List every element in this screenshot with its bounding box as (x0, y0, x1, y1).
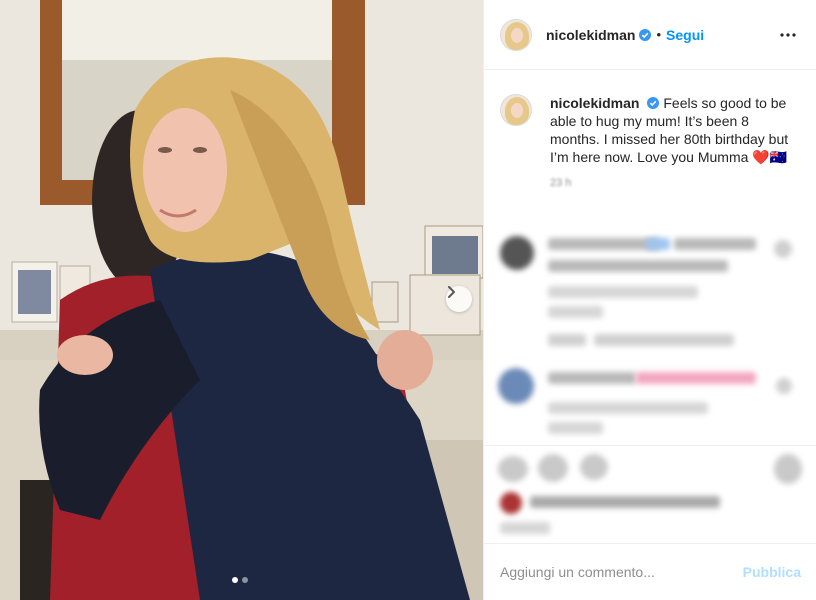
post-header: nicolekidman • Segui (484, 0, 816, 70)
photo-illustration (0, 0, 483, 600)
separator: • (656, 27, 662, 42)
post-photo[interactable] (0, 0, 483, 600)
caption-emoji: ❤️🇦🇺 (752, 149, 788, 165)
comments-list-blurred (484, 220, 816, 445)
publish-button[interactable]: Pubblica (743, 564, 801, 580)
chevron-right-icon (448, 286, 455, 298)
comment-input[interactable] (500, 564, 743, 580)
post-timestamp[interactable]: 23 h (550, 174, 798, 192)
username[interactable]: nicolekidman (546, 27, 635, 43)
post-caption: nicolekidman Feels so good to be able to… (484, 70, 816, 192)
comment-bar: Pubblica (484, 543, 816, 600)
caption-text-block: nicolekidman Feels so good to be able to… (550, 94, 798, 192)
caption-username[interactable]: nicolekidman (550, 95, 639, 111)
carousel-dot (232, 577, 238, 583)
post-side-panel: nicolekidman • Segui nicolekidman Feels … (483, 0, 816, 600)
verified-badge-icon (639, 28, 652, 41)
carousel-indicator (232, 577, 248, 583)
action-bar-blurred (484, 445, 816, 543)
carousel-next-button[interactable] (446, 286, 472, 312)
carousel-dot (242, 577, 248, 583)
more-options-icon[interactable] (776, 23, 800, 47)
verified-badge-icon (647, 97, 660, 109)
avatar[interactable] (500, 18, 532, 51)
follow-button[interactable]: Segui (666, 27, 704, 43)
avatar[interactable] (500, 94, 532, 126)
